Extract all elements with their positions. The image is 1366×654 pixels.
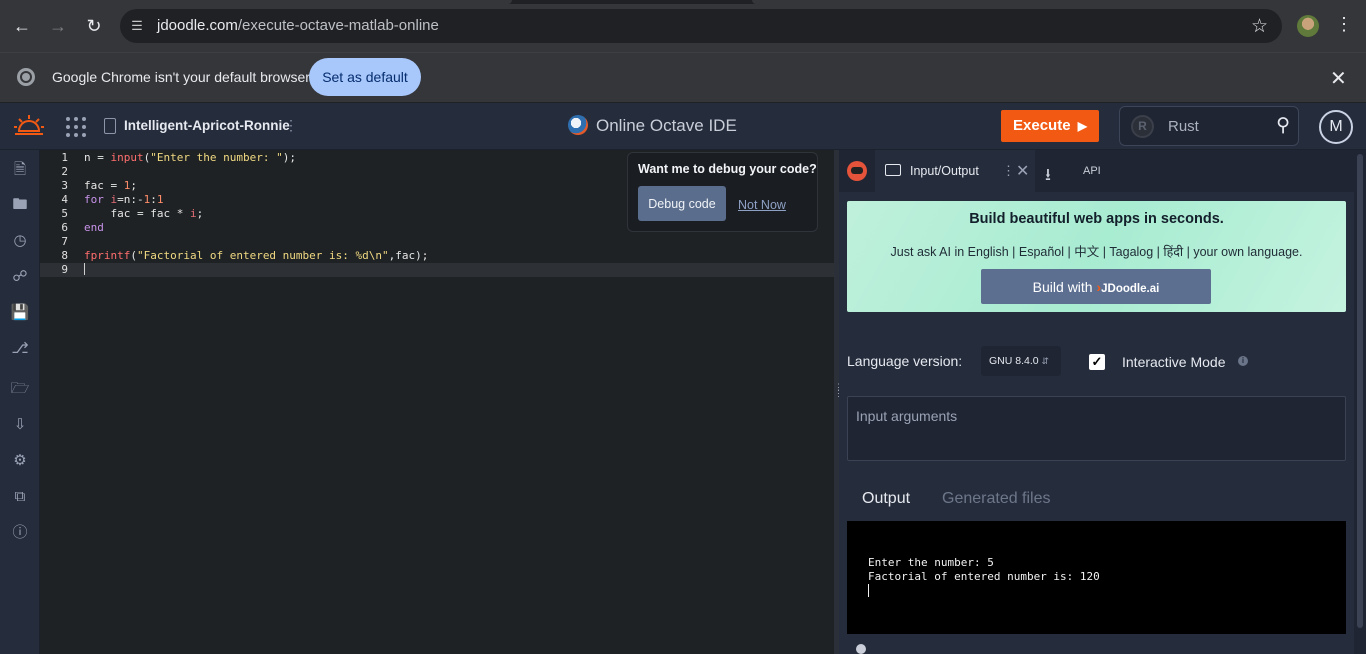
close-tab-icon[interactable]: ✕ [1016, 161, 1029, 181]
forward-icon[interactable]: → [46, 14, 70, 38]
promo-title: Build beautiful web apps in seconds. [969, 211, 1224, 227]
user-avatar[interactable]: M [1319, 110, 1353, 144]
set-as-default-button[interactable]: Set as default [309, 58, 421, 96]
tab-menu-icon[interactable]: ⋮ [1002, 163, 1015, 179]
language-version-label: Language version: [847, 353, 963, 369]
page-title: Online Octave IDE [596, 116, 737, 135]
profile-avatar[interactable] [1297, 15, 1319, 37]
panel-tabs: Input/Output ⋮ ✕ ⭳ API [839, 150, 1354, 192]
code-line-active[interactable]: 9 [40, 263, 834, 277]
output-console[interactable]: Enter the number: 5 Factorial of entered… [847, 521, 1346, 634]
debug-popup: Want me to debug your code? Debug code N… [627, 152, 818, 232]
url-path: /execute-octave-matlab-online [237, 17, 439, 34]
debug-code-button[interactable]: Debug code [638, 186, 726, 221]
interactive-mode-label: Interactive Mode [1122, 354, 1226, 370]
io-panel: Input/Output ⋮ ✕ ⭳ API Build beautiful w… [839, 150, 1354, 654]
reload-icon[interactable]: ↻ [82, 14, 106, 38]
scrollbar-thumb[interactable] [1357, 154, 1363, 628]
line-number: 7 [61, 235, 68, 248]
tab-input-output-label: Input/Output [910, 164, 979, 178]
line-number: 1 [61, 151, 68, 164]
line-number: 4 [61, 193, 68, 206]
tab-generated-files[interactable]: Generated files [942, 490, 1051, 508]
execute-button[interactable]: Execute ▶ [1001, 110, 1099, 142]
language-version-select[interactable]: GNU 8.4.0 ⇵ [981, 346, 1061, 376]
line-number: 6 [61, 221, 68, 234]
build-with-label: Build with [1032, 278, 1093, 295]
rust-logo-icon: R [1131, 115, 1154, 138]
chrome-logo-icon [17, 68, 35, 86]
language-search-value: Rust [1168, 118, 1199, 135]
upload-folder-icon[interactable]: 🗁 [10, 379, 30, 399]
default-browser-infobar: Google Chrome isn't your default browser… [0, 52, 1366, 102]
share-icon[interactable]: ☍ [10, 267, 30, 287]
download-icon[interactable]: ⇩ [10, 415, 30, 435]
project-name[interactable]: Intelligent-Apricot-Ronnie [124, 118, 290, 133]
tab-output[interactable]: Output [862, 490, 910, 508]
not-now-link[interactable]: Not Now [738, 198, 786, 212]
console-cursor [868, 584, 869, 597]
execute-label: Execute [1013, 117, 1071, 134]
new-file-icon[interactable]: 🗎 [10, 160, 30, 180]
address-bar[interactable]: ☰ jdoodle.com/execute-octave-matlab-onli… [120, 9, 1282, 43]
search-icon[interactable]: ⚲ [1276, 114, 1290, 137]
file-icon [104, 118, 116, 134]
code-line[interactable]: 8 fprintf("Factorial of entered number is… [40, 249, 834, 263]
left-sidebar: 🗎 🖿 ◷ ☍ 💾 ⎇ 🗁 ⇩ ⚙ ⧉ ⓘ [0, 150, 40, 654]
chrome-menu-icon[interactable]: ⋮ [1334, 14, 1354, 35]
output-line: Enter the number: 5 [868, 556, 994, 569]
info-icon[interactable]: i [1238, 356, 1248, 366]
upload-icon[interactable]: ⭳ [1045, 162, 1051, 191]
line-number: 5 [61, 207, 68, 220]
bookmark-star-icon[interactable]: ☆ [1251, 15, 1268, 38]
browser-toolbar: ← → ↻ ☰ jdoodle.com/execute-octave-matla… [0, 0, 1366, 52]
apps-grid-icon[interactable] [66, 117, 86, 137]
back-icon[interactable]: ← [10, 14, 34, 38]
line-number: 2 [61, 165, 68, 178]
panel-scrollbar[interactable] [1354, 150, 1366, 654]
output-line: Factorial of entered number is: 120 [868, 570, 1100, 583]
settings-icon[interactable]: ⚙ [10, 451, 30, 471]
tab-strip [0, 0, 1366, 4]
jdoodle-logo-icon[interactable] [14, 113, 44, 139]
debug-question: Want me to debug your code? [638, 162, 817, 176]
fork-icon[interactable]: ⎇ [10, 339, 30, 359]
interactive-mode-checkbox[interactable]: ✓ [1089, 354, 1105, 370]
project-menu-icon[interactable]: ⋮ [284, 117, 298, 134]
jdoodle-ai-brand: JDoodle.ai [1101, 282, 1160, 295]
code-line[interactable]: 7 [40, 235, 834, 249]
promo-subtitle: Just ask AI in English | Español | 中文 | … [890, 245, 1303, 259]
text-cursor [84, 263, 85, 275]
octave-logo-icon [568, 115, 588, 135]
copy-icon[interactable]: ⧉ [10, 487, 30, 507]
ai-bot-icon[interactable] [847, 161, 867, 181]
tab-input-output[interactable]: Input/Output ⋮ ✕ [875, 150, 1035, 192]
info-icon[interactable] [856, 644, 866, 654]
line-number: 3 [61, 179, 68, 192]
url-text[interactable]: jdoodle.com/execute-octave-matlab-online [157, 17, 439, 34]
build-with-jdoodle-ai-button[interactable]: Build with ›JDoodle.ai [981, 269, 1211, 304]
language-version-value: GNU 8.4.0 [989, 355, 1039, 367]
promo-banner: Build beautiful web apps in seconds. Jus… [847, 201, 1346, 312]
save-icon[interactable]: 💾 [10, 303, 30, 323]
select-arrows-icon: ⇵ [1041, 356, 1049, 366]
url-host: jdoodle.com [157, 17, 238, 34]
line-number: 9 [61, 263, 68, 276]
infobar-message: Google Chrome isn't your default browser [52, 69, 310, 85]
history-icon[interactable]: ◷ [10, 231, 30, 251]
app-header: Intelligent-Apricot-Ronnie ⋮ Online Octa… [0, 103, 1366, 150]
tab-api[interactable]: API [1083, 165, 1101, 177]
language-search[interactable]: R Rust ⚲ [1119, 106, 1299, 146]
help-icon[interactable]: ⓘ [10, 523, 30, 543]
close-infobar-icon[interactable]: ✕ [1330, 66, 1347, 91]
folder-icon[interactable]: 🖿 [10, 195, 30, 215]
input-arguments-field[interactable]: Input arguments [847, 396, 1346, 461]
play-icon: ▶ [1077, 119, 1087, 133]
monitor-icon [885, 164, 901, 176]
site-info-icon[interactable]: ☰ [128, 17, 146, 35]
line-number: 8 [61, 249, 68, 262]
